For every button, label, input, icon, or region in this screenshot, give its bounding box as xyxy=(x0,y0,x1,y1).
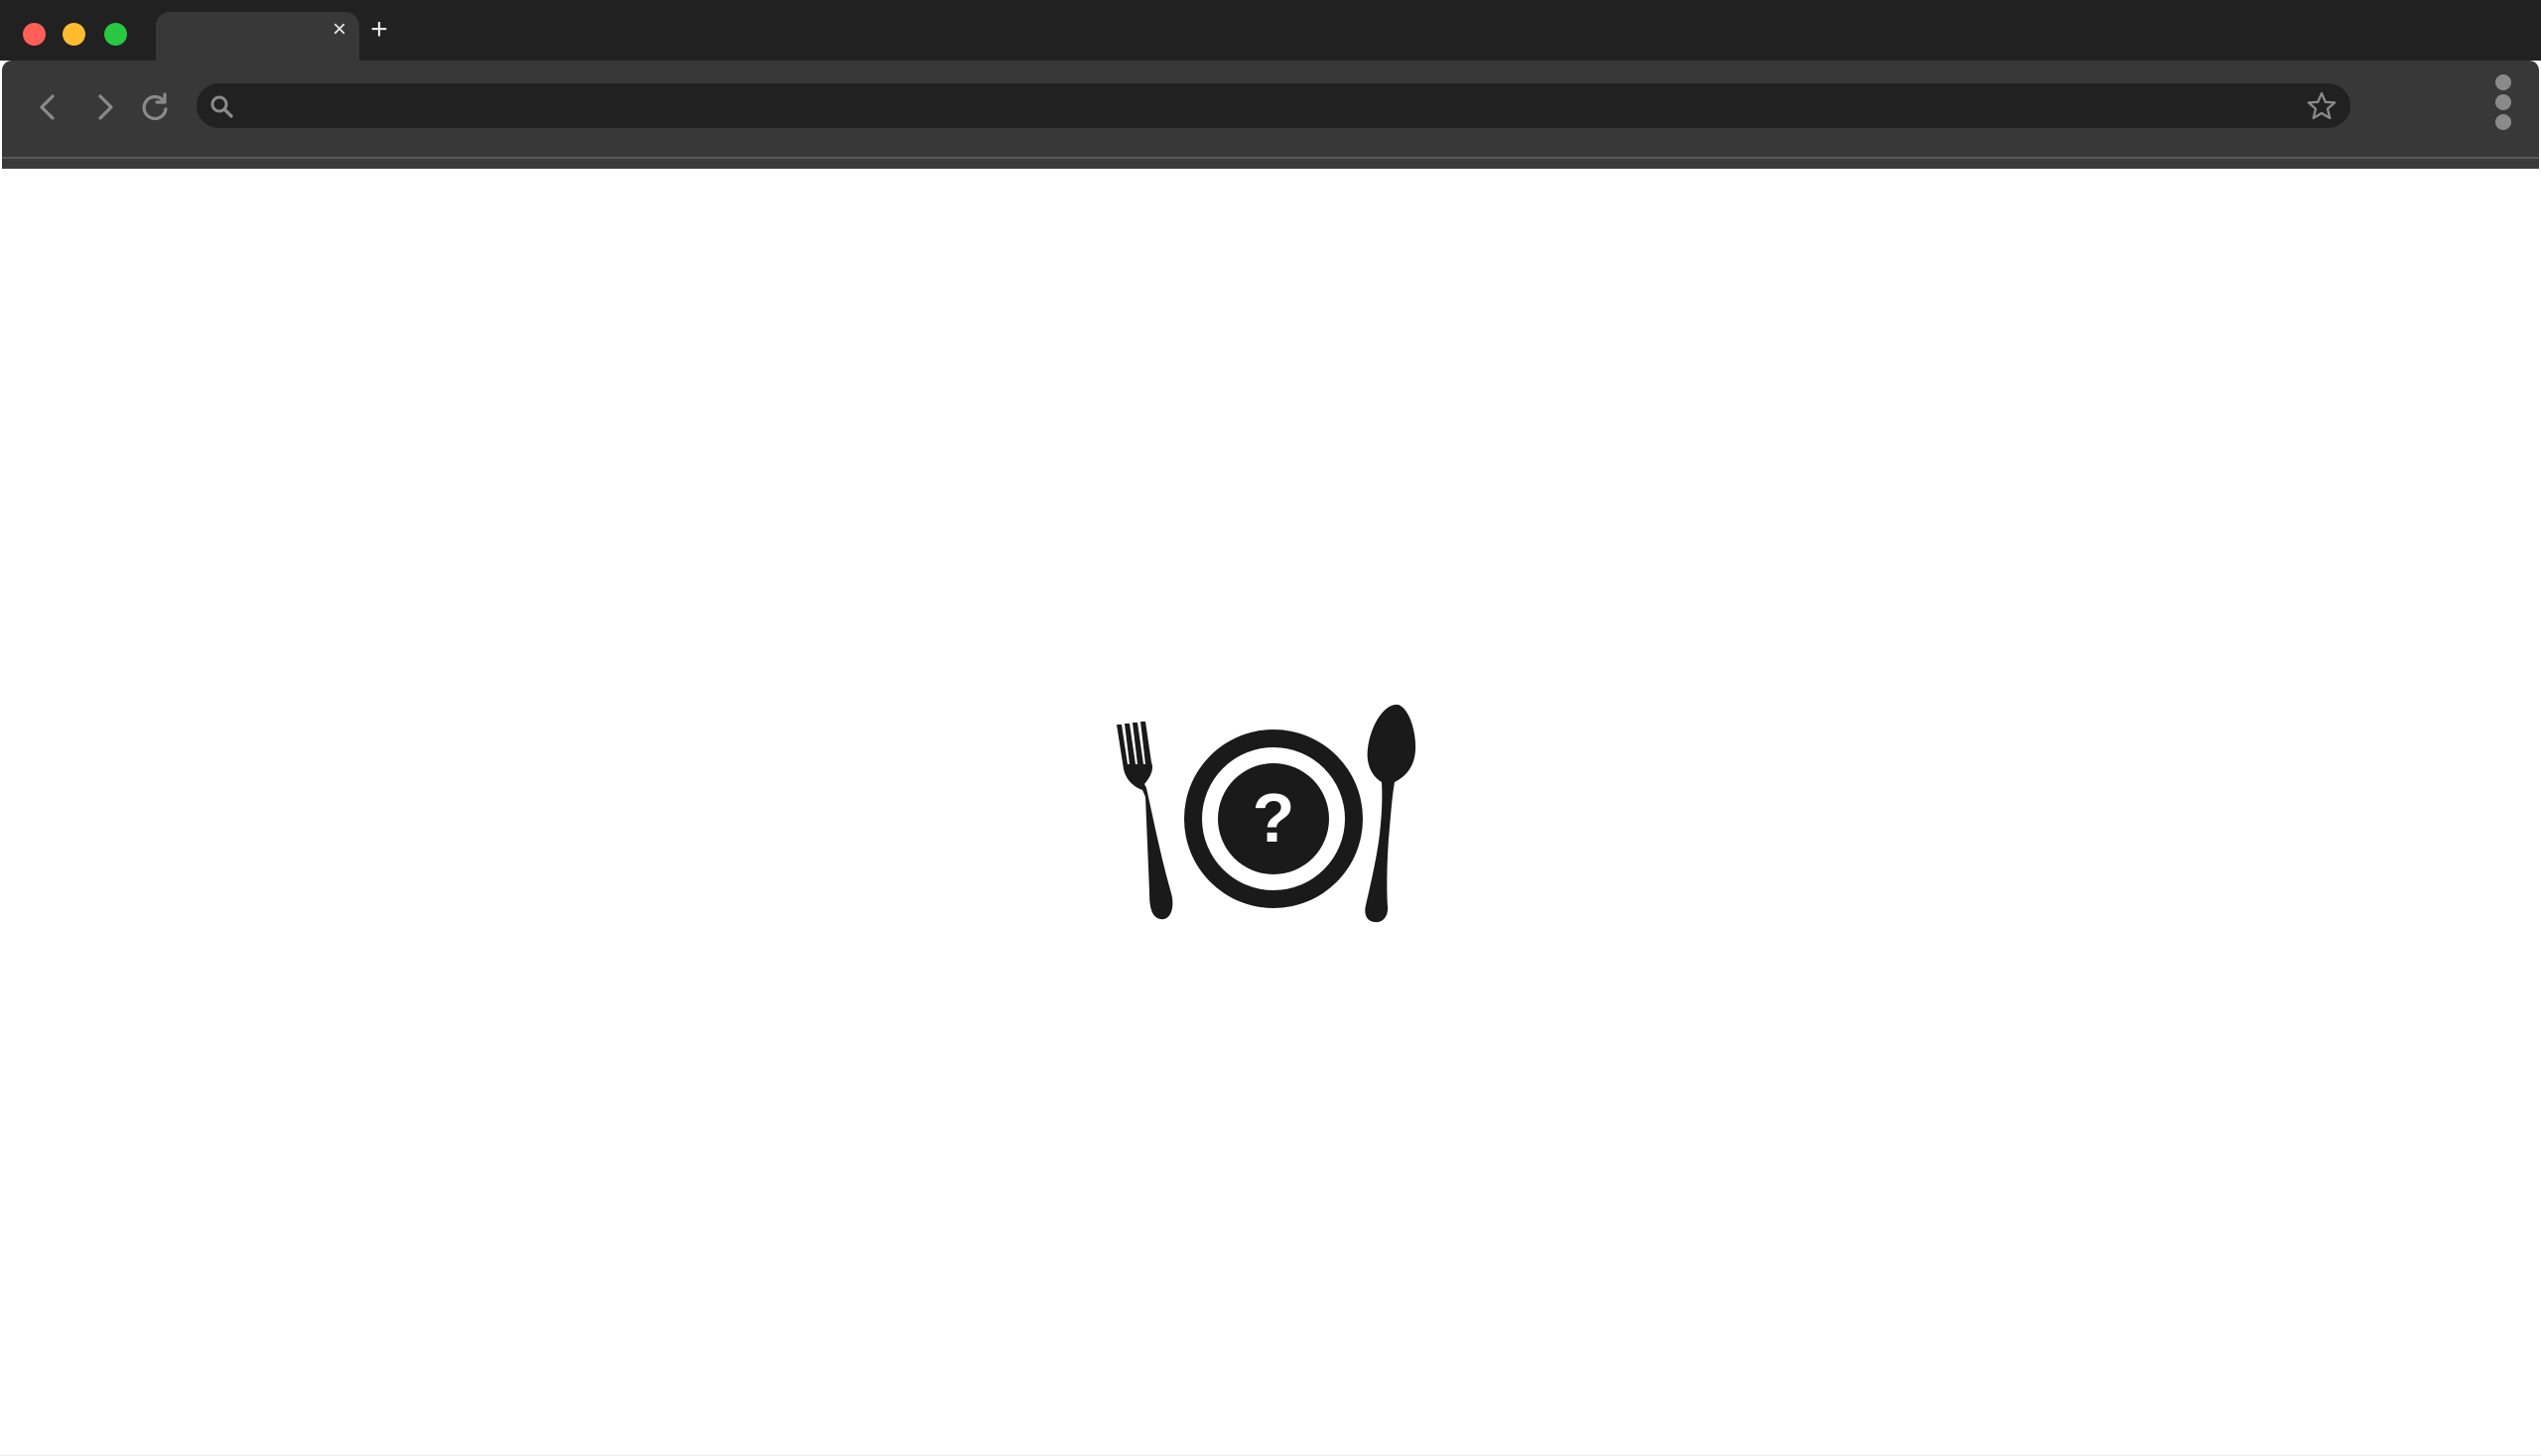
reload-button[interactable] xyxy=(135,87,175,127)
fork-icon xyxy=(1117,722,1173,920)
address-bar[interactable] xyxy=(197,83,2350,130)
browser-window: × + ? xyxy=(0,0,2541,1456)
question-mark: ? xyxy=(1253,779,1295,857)
window-maximize-button[interactable] xyxy=(104,23,127,46)
toolbar xyxy=(2,61,2539,157)
toolbar-divider xyxy=(2,157,2539,169)
window-close-button[interactable] xyxy=(23,23,46,46)
kebab-menu-icon[interactable] xyxy=(2483,70,2523,134)
forward-button[interactable] xyxy=(85,87,125,127)
window-minimize-button[interactable] xyxy=(63,23,85,46)
plate-icon: ? xyxy=(1184,729,1363,908)
address-input[interactable] xyxy=(252,83,2281,130)
plus-icon[interactable]: + xyxy=(367,15,391,45)
menu-dot xyxy=(2495,94,2511,110)
menu-dot xyxy=(2495,74,2511,90)
chevron-right-icon xyxy=(98,94,113,120)
spoon-icon xyxy=(1365,705,1416,923)
back-button[interactable] xyxy=(28,87,67,127)
plate-with-fork-spoon-question-mark-icon: ? xyxy=(1117,705,1416,923)
search-icon xyxy=(210,95,233,118)
title-bar: × + xyxy=(0,0,2541,61)
chevron-left-icon xyxy=(40,94,55,120)
close-icon[interactable]: × xyxy=(330,18,349,42)
menu-dot xyxy=(2495,114,2511,130)
page-content: ? xyxy=(0,169,2541,1456)
reload-icon xyxy=(142,92,168,121)
star-icon[interactable] xyxy=(2305,89,2339,123)
browser-tab[interactable]: × xyxy=(156,12,359,61)
